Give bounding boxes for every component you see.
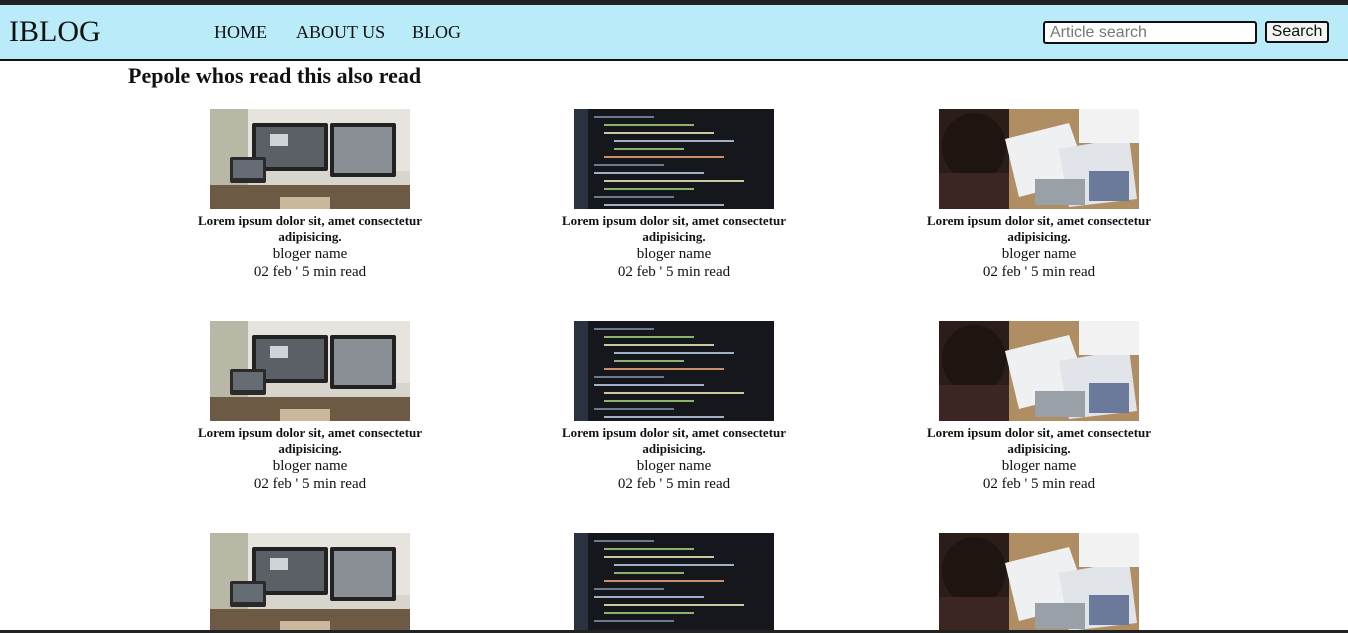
site-logo[interactable]: IBLOG xyxy=(9,15,101,49)
nav-about-link[interactable]: ABOUT US xyxy=(296,21,385,43)
article-title[interactable]: Lorem ipsum dolor sit, amet consectetur … xyxy=(190,425,430,457)
article-meta: 02 feb ' 5 min read xyxy=(253,264,367,280)
code-screen-image[interactable] xyxy=(574,321,774,421)
person-desk-image[interactable] xyxy=(939,109,1139,209)
navbar: IBLOG HOME ABOUT US BLOG Search xyxy=(0,5,1348,61)
article-card[interactable] xyxy=(554,533,794,630)
author-name: bloger name xyxy=(636,458,712,474)
article-card[interactable] xyxy=(190,533,430,630)
article-card[interactable]: Lorem ipsum dolor sit, amet consectetur … xyxy=(919,321,1159,493)
author-name: bloger name xyxy=(272,458,348,474)
nav-home-link[interactable]: HOME xyxy=(214,21,267,43)
section-title: Pepole whos read this also read xyxy=(128,63,422,88)
desk-monitors-image[interactable] xyxy=(210,109,410,209)
person-desk-image[interactable] xyxy=(939,533,1139,630)
code-screen-image[interactable] xyxy=(574,109,774,209)
article-card[interactable]: Lorem ipsum dolor sit, amet consectetur … xyxy=(919,109,1159,281)
article-card[interactable]: Lorem ipsum dolor sit, amet consectetur … xyxy=(554,109,794,281)
article-title[interactable]: Lorem ipsum dolor sit, amet consectetur … xyxy=(919,425,1159,457)
desk-monitors-image[interactable] xyxy=(210,533,410,630)
author-name: bloger name xyxy=(636,246,712,262)
desk-monitors-image[interactable] xyxy=(210,321,410,421)
person-desk-image[interactable] xyxy=(939,321,1139,421)
author-name: bloger name xyxy=(1001,458,1077,474)
article-card[interactable] xyxy=(919,533,1159,630)
article-card[interactable]: Lorem ipsum dolor sit, amet consectetur … xyxy=(190,109,430,281)
article-title[interactable]: Lorem ipsum dolor sit, amet consectetur … xyxy=(919,213,1159,245)
author-name: bloger name xyxy=(272,246,348,262)
article-meta: 02 feb ' 5 min read xyxy=(982,264,1096,280)
author-name: bloger name xyxy=(1001,246,1077,262)
article-meta: 02 feb ' 5 min read xyxy=(982,476,1096,492)
nav-blog-link[interactable]: BLOG xyxy=(412,21,461,43)
article-meta: 02 feb ' 5 min read xyxy=(617,476,731,492)
article-card[interactable]: Lorem ipsum dolor sit, amet consectetur … xyxy=(554,321,794,493)
article-meta: 02 feb ' 5 min read xyxy=(253,476,367,492)
article-title[interactable]: Lorem ipsum dolor sit, amet consectetur … xyxy=(190,213,430,245)
article-meta: 02 feb ' 5 min read xyxy=(617,264,731,280)
search-button[interactable]: Search xyxy=(1265,21,1329,43)
article-card[interactable]: Lorem ipsum dolor sit, amet consectetur … xyxy=(190,321,430,493)
code-screen-image[interactable] xyxy=(574,533,774,630)
article-title[interactable]: Lorem ipsum dolor sit, amet consectetur … xyxy=(554,213,794,245)
article-title[interactable]: Lorem ipsum dolor sit, amet consectetur … xyxy=(554,425,794,457)
article-search-input[interactable] xyxy=(1043,21,1257,44)
